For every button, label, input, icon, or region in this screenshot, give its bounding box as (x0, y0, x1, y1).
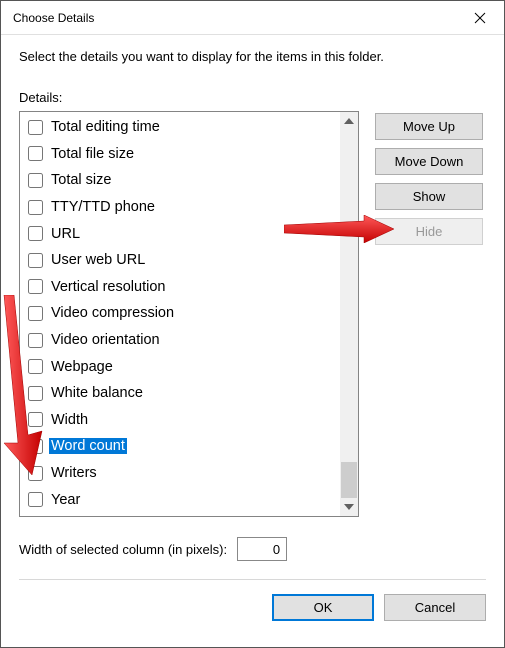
detail-item[interactable]: Year (24, 486, 358, 513)
detail-label: Total editing time (49, 119, 162, 135)
detail-item[interactable]: Vertical resolution (24, 274, 358, 301)
scroll-up-arrow[interactable] (340, 112, 358, 130)
window-title: Choose Details (13, 11, 94, 25)
detail-checkbox[interactable] (28, 146, 43, 161)
chevron-down-icon (344, 504, 354, 510)
separator (19, 579, 486, 580)
detail-item[interactable]: Webpage (24, 353, 358, 380)
detail-checkbox[interactable] (28, 200, 43, 215)
close-button[interactable] (458, 2, 502, 34)
chevron-up-icon (344, 118, 354, 124)
detail-label: Webpage (49, 359, 115, 375)
detail-label: Vertical resolution (49, 279, 167, 295)
column-width-row: Width of selected column (in pixels): (19, 537, 486, 561)
show-button[interactable]: Show (375, 183, 483, 210)
cancel-button[interactable]: Cancel (384, 594, 486, 621)
scroll-down-arrow[interactable] (340, 498, 358, 516)
detail-item[interactable]: User web URL (24, 247, 358, 274)
detail-item[interactable]: URL (24, 220, 358, 247)
move-down-button[interactable]: Move Down (375, 148, 483, 175)
detail-checkbox[interactable] (28, 439, 43, 454)
detail-item[interactable]: Width (24, 407, 358, 434)
detail-item[interactable]: Word count (24, 433, 358, 460)
detail-label: Writers (49, 465, 99, 481)
detail-label: TTY/TTD phone (49, 199, 157, 215)
detail-checkbox[interactable] (28, 466, 43, 481)
column-width-input[interactable] (237, 537, 287, 561)
ok-button[interactable]: OK (272, 594, 374, 621)
details-listbox[interactable]: Total editing time Total file size Total s… (19, 111, 359, 517)
detail-label: URL (49, 226, 82, 242)
detail-checkbox[interactable] (28, 333, 43, 348)
hide-button[interactable]: Hide (375, 218, 483, 245)
detail-item[interactable]: Video orientation (24, 327, 358, 354)
dialog-footer: OK Cancel (19, 594, 486, 621)
detail-item[interactable]: White balance (24, 380, 358, 407)
scrollbar[interactable] (340, 112, 358, 516)
detail-item[interactable]: Total editing time (24, 114, 358, 141)
detail-checkbox[interactable] (28, 226, 43, 241)
detail-label: Video compression (49, 305, 176, 321)
detail-checkbox[interactable] (28, 279, 43, 294)
close-icon (474, 12, 486, 24)
detail-label: White balance (49, 385, 145, 401)
titlebar: Choose Details (1, 1, 504, 35)
detail-checkbox[interactable] (28, 253, 43, 268)
detail-item[interactable]: Video compression (24, 300, 358, 327)
detail-item[interactable]: Total size (24, 167, 358, 194)
detail-item[interactable]: Total file size (24, 141, 358, 168)
detail-label: Total size (49, 172, 113, 188)
instruction-text: Select the details you want to display f… (19, 49, 486, 64)
details-label: Details: (19, 90, 486, 105)
move-up-button[interactable]: Move Up (375, 113, 483, 140)
detail-checkbox[interactable] (28, 412, 43, 427)
detail-checkbox[interactable] (28, 359, 43, 374)
column-width-label: Width of selected column (in pixels): (19, 542, 227, 557)
detail-checkbox[interactable] (28, 173, 43, 188)
detail-item[interactable]: Writers (24, 460, 358, 487)
detail-label: Total file size (49, 146, 136, 162)
detail-label: Width (49, 412, 90, 428)
detail-label: Word count (49, 438, 127, 454)
detail-checkbox[interactable] (28, 120, 43, 135)
detail-item[interactable]: TTY/TTD phone (24, 194, 358, 221)
detail-checkbox[interactable] (28, 306, 43, 321)
scroll-track[interactable] (340, 130, 358, 498)
detail-label: Video orientation (49, 332, 162, 348)
detail-checkbox[interactable] (28, 386, 43, 401)
scroll-thumb[interactable] (341, 462, 357, 498)
detail-checkbox[interactable] (28, 492, 43, 507)
button-column: Move Up Move Down Show Hide (375, 111, 483, 517)
detail-label: Year (49, 492, 82, 508)
detail-label: User web URL (49, 252, 147, 268)
